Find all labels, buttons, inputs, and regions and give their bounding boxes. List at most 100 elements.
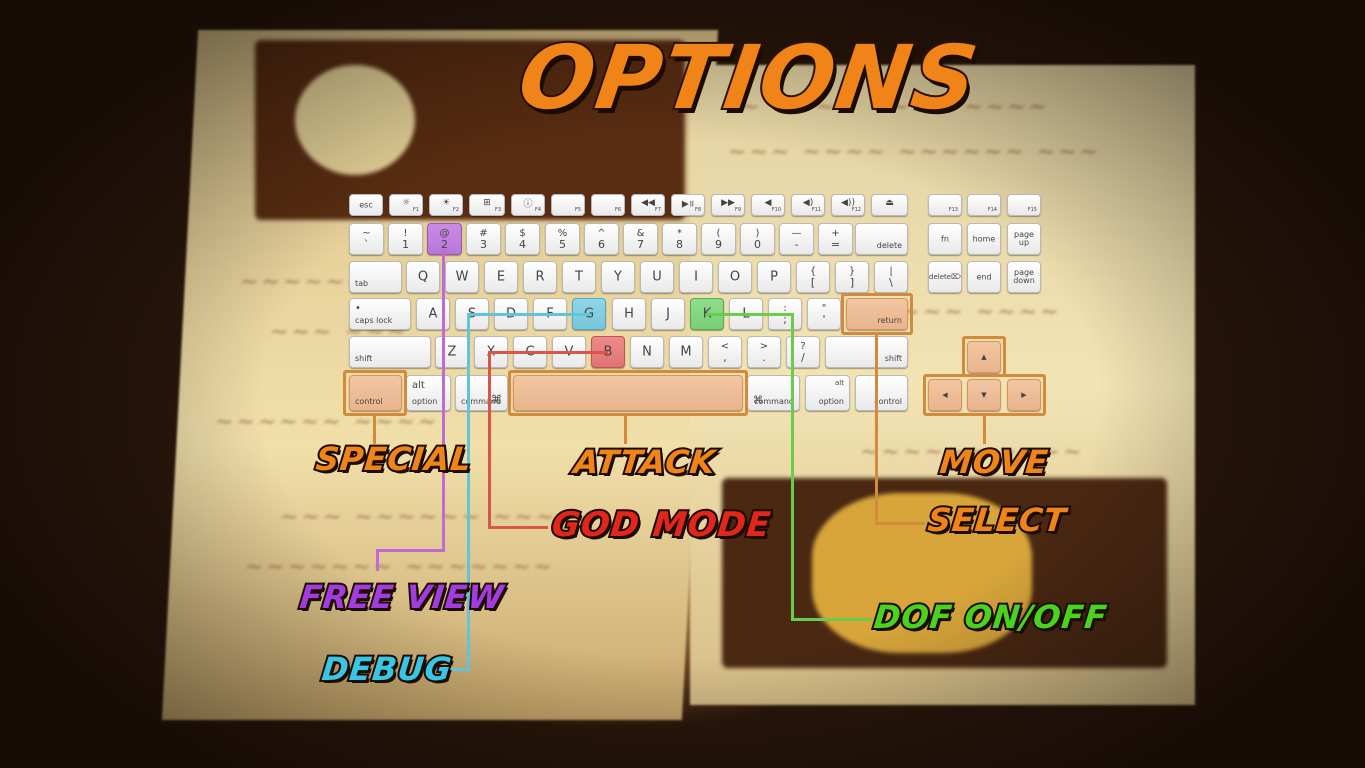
key-arrow-up[interactable]: ▲ <box>967 341 1001 373</box>
key-return[interactable]: return <box>846 298 908 330</box>
key-f10[interactable]: ◀ F10 <box>751 194 785 216</box>
key-legend: W <box>455 269 469 285</box>
command-icon: ⌘ <box>491 393 502 406</box>
key-m[interactable]: M <box>669 336 703 368</box>
key-legend: Y <box>614 269 622 285</box>
key-arrow-down[interactable]: ▼ <box>967 379 1001 411</box>
key-esc[interactable]: esc <box>349 194 383 216</box>
key-eject[interactable]: ⏏ <box>871 194 908 216</box>
key-end[interactable]: end <box>967 261 1001 293</box>
key-f9[interactable]: ▶▶ F9 <box>711 194 745 216</box>
key-sym[interactable]: — - <box>779 223 814 255</box>
key-y[interactable]: Y <box>601 261 635 293</box>
arrow-right-icon: ▶ <box>1021 391 1027 399</box>
key-right-shift[interactable]: shift <box>825 336 908 368</box>
key-p[interactable]: P <box>757 261 791 293</box>
key-3[interactable]: #3 <box>466 223 501 255</box>
select-connector-horizontal <box>875 522 925 525</box>
key-page-down[interactable]: page down <box>1007 261 1041 293</box>
key-quote[interactable]: " ' <box>807 298 841 330</box>
key-tab[interactable]: tab <box>349 261 402 293</box>
key-f8[interactable]: ▶॥ F8 <box>671 194 705 216</box>
key-q[interactable]: Q <box>406 261 440 293</box>
key-f2[interactable]: ☀ F2 <box>429 194 463 216</box>
key-f7[interactable]: ◀◀ F7 <box>631 194 665 216</box>
key-legend: 5 <box>559 238 566 251</box>
key-f4[interactable]: ⓘ F4 <box>511 194 545 216</box>
key-f1[interactable]: ☼ F1 <box>389 194 423 216</box>
key-f15[interactable]: F15 <box>1007 194 1041 216</box>
eject-icon: ⏏ <box>885 198 894 208</box>
key-f3[interactable]: ⊞ F3 <box>469 194 505 216</box>
key-f14[interactable]: F14 <box>967 194 1001 216</box>
key-sym[interactable]: + = <box>818 223 853 255</box>
key-legend: E <box>496 269 506 285</box>
key-z[interactable]: Z <box>435 336 469 368</box>
key-f6[interactable]: F6 <box>591 194 625 216</box>
key-caps-lock[interactable]: • caps lock <box>349 298 411 330</box>
key-8[interactable]: * 8 <box>662 223 697 255</box>
key-f11[interactable]: ◀) F11 <box>791 194 825 216</box>
key-legend: = <box>830 238 841 251</box>
key-home[interactable]: home <box>967 223 1001 255</box>
key-legend: R <box>535 269 545 285</box>
key-e[interactable]: E <box>484 261 518 293</box>
key-0[interactable]: ) 0 <box>740 223 775 255</box>
key-arrow-right[interactable]: ▶ <box>1007 379 1041 411</box>
key-legend: M <box>680 344 692 360</box>
key-f13[interactable]: F13 <box>928 194 962 216</box>
select-label: SELECT <box>924 499 1070 541</box>
key-1[interactable]: ! 1 <box>388 223 423 255</box>
key-o[interactable]: O <box>718 261 752 293</box>
dof-label: DOF ON/OFF <box>870 596 1111 638</box>
key-j[interactable]: J <box>651 298 685 330</box>
key-i[interactable]: I <box>679 261 713 293</box>
debug-connector-vertical <box>467 313 470 671</box>
key-fn[interactable]: fn <box>928 223 962 255</box>
key-left-command[interactable]: command ⌘ <box>455 375 508 411</box>
key-right-option[interactable]: alt option <box>805 375 850 411</box>
key-legend: T <box>575 269 583 285</box>
key-arrow-left[interactable]: ◀ <box>928 379 962 411</box>
key-w[interactable]: W <box>445 261 479 293</box>
key-right-bracket[interactable]: }] <box>835 261 869 293</box>
key-legend: N <box>642 344 652 360</box>
key-legend: 1 <box>402 238 409 251</box>
attack-label: ATTACK <box>570 441 720 483</box>
god-mode-connector-horizontal <box>488 526 548 529</box>
key-5[interactable]: % 5 <box>545 223 580 255</box>
key-t[interactable]: T <box>562 261 596 293</box>
key-legend: 0 <box>754 238 761 251</box>
move-connector <box>983 416 986 444</box>
key-backslash[interactable]: | \ <box>874 261 908 293</box>
key-legend: P <box>770 269 778 285</box>
key-forward-delete[interactable]: delete⌦ <box>928 261 962 293</box>
key-6[interactable]: ^ 6 <box>584 223 619 255</box>
key-n[interactable]: N <box>630 336 664 368</box>
key-h[interactable]: H <box>612 298 646 330</box>
key-f12[interactable]: ◀)) F12 <box>831 194 865 216</box>
caps-lock-indicator: • <box>355 303 361 314</box>
free-view-label: FREE VIEW <box>296 576 508 618</box>
debug-label: DEBUG <box>318 648 456 690</box>
key-9[interactable]: (9 <box>701 223 736 255</box>
key-left-shift[interactable]: shift <box>349 336 431 368</box>
key-left-control[interactable]: control <box>349 375 402 411</box>
key-4[interactable]: $4 <box>505 223 540 255</box>
key-legend: 6 <box>598 238 605 251</box>
key-right-control[interactable]: control <box>855 375 908 411</box>
key-f5[interactable]: F5 <box>551 194 585 216</box>
key-legend: Q <box>417 269 429 285</box>
key-7[interactable]: & 7 <box>623 223 658 255</box>
key-sym[interactable]: ~ ` <box>349 223 384 255</box>
key-left-bracket[interactable]: {[ <box>796 261 830 293</box>
key-comma[interactable]: <, <box>708 336 742 368</box>
key-r[interactable]: R <box>523 261 557 293</box>
key-space[interactable] <box>513 375 743 411</box>
key-delete[interactable]: delete <box>855 223 908 255</box>
forward-delete-icon: ⌦ <box>951 273 961 281</box>
key-page-up[interactable]: page up <box>1007 223 1041 255</box>
key-period[interactable]: >. <box>747 336 781 368</box>
god-mode-connector-top <box>488 351 608 354</box>
key-u[interactable]: U <box>640 261 674 293</box>
